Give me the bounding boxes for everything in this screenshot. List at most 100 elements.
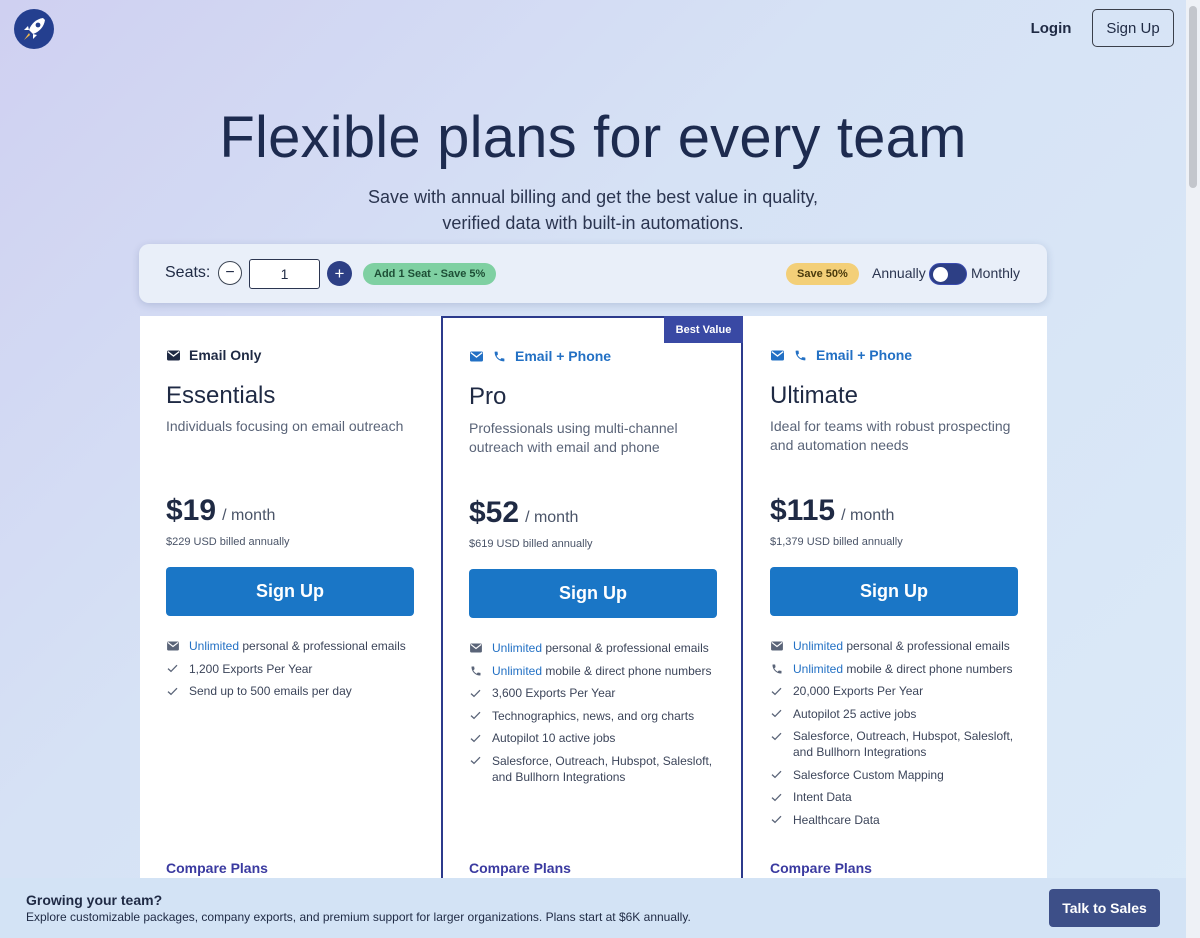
check-icon xyxy=(770,812,783,828)
plan-price: $52 / month xyxy=(469,496,578,530)
feature-highlight: Unlimited xyxy=(793,661,844,676)
feature-text: Salesforce, Outreach, Hubspot, Salesloft… xyxy=(492,753,719,785)
check-icon xyxy=(469,708,482,724)
plan-tag: Email + Phone xyxy=(770,347,912,363)
envelope-icon xyxy=(469,349,483,363)
plan-tag-label: Email + Phone xyxy=(515,348,612,364)
billing-annually-label[interactable]: Annually xyxy=(872,265,926,281)
phone-icon xyxy=(469,663,482,679)
feature-label: personal & professional emails xyxy=(542,641,709,655)
subtitle-line-1: Save with annual billing and get the bes… xyxy=(368,187,818,207)
feature-item: Unlimited personal & professional emails xyxy=(469,640,719,656)
page-subtitle: Save with annual billing and get the bes… xyxy=(0,184,1186,236)
billed-annually-note: $229 USD billed annually xyxy=(166,536,290,548)
seats-label: Seats: xyxy=(165,264,211,281)
envelope-icon xyxy=(166,638,179,654)
plan-controls-bar: Seats: − + Add 1 Seat - Save 5% Save 50%… xyxy=(139,244,1047,303)
plan-description: Professionals using multi-channel outrea… xyxy=(469,420,678,455)
subtitle-line-2: verified data with built-in automations. xyxy=(442,213,744,233)
ultimate-signup-button[interactable]: Sign Up xyxy=(770,567,1018,616)
feature-highlight: Unlimited xyxy=(492,641,543,655)
plan-price: $19 / month xyxy=(166,494,275,528)
price-amount: $19 xyxy=(166,494,217,527)
feature-label: 1,200 Exports Per Year xyxy=(189,661,313,676)
seats-input[interactable] xyxy=(249,259,320,289)
plan-tag-label: Email Only xyxy=(189,347,262,363)
feature-list: Unlimited personal & professional emails… xyxy=(166,638,426,706)
feature-item: Salesforce, Outreach, Hubspot, Salesloft… xyxy=(469,753,719,785)
compare-plans-link[interactable]: Compare Plans xyxy=(469,860,571,876)
check-icon xyxy=(469,730,482,746)
feature-item: Healthcare Data xyxy=(770,812,1020,828)
envelope-icon xyxy=(469,640,482,656)
nav-signup-button[interactable]: Sign Up xyxy=(1092,9,1174,47)
envelope-icon xyxy=(166,348,180,362)
feature-text: Send up to 500 emails per day xyxy=(189,683,352,699)
phone-icon xyxy=(770,661,783,677)
feature-text: Unlimited personal & professional emails xyxy=(793,638,1010,654)
price-period: / month xyxy=(841,507,895,524)
feature-text: 1,200 Exports Per Year xyxy=(189,661,312,677)
feature-text: 20,000 Exports Per Year xyxy=(793,683,923,699)
feature-label: Salesforce Custom Mapping xyxy=(793,767,944,782)
check-icon xyxy=(770,683,783,699)
feature-text: Autopilot 10 active jobs xyxy=(492,730,615,746)
plan-card-ultimate: Email + Phone Ultimate Ideal for teams w… xyxy=(744,316,1046,938)
plan-card-essentials: Email Only Essentials Individuals focusi… xyxy=(140,316,442,938)
plan-description: Individuals focusing on email outreach xyxy=(166,418,404,434)
seat-discount-badge: Add 1 Seat - Save 5% xyxy=(363,263,497,285)
scrollbar-thumb[interactable] xyxy=(1189,6,1197,188)
feature-text: Healthcare Data xyxy=(793,812,880,828)
feature-item: Unlimited personal & professional emails xyxy=(166,638,426,654)
best-value-badge: Best Value xyxy=(664,316,743,343)
billing-monthly-label[interactable]: Monthly xyxy=(971,265,1020,281)
check-icon xyxy=(469,685,482,701)
envelope-icon xyxy=(770,348,784,362)
feature-label: personal & professional emails xyxy=(239,639,406,653)
pricing-cards: Email Only Essentials Individuals focusi… xyxy=(140,316,1047,938)
page-scrollbar[interactable] xyxy=(1186,0,1200,938)
check-icon xyxy=(166,661,179,677)
seats-increment-button[interactable]: + xyxy=(327,261,352,286)
feature-item: Autopilot 25 active jobs xyxy=(770,706,1020,722)
compare-plans-link[interactable]: Compare Plans xyxy=(166,860,268,876)
price-period: / month xyxy=(525,509,579,526)
feature-highlight: Unlimited xyxy=(492,663,543,678)
annual-save-badge: Save 50% xyxy=(786,263,859,285)
feature-item: Unlimited mobile & direct phone numbers xyxy=(469,663,719,679)
feature-list: Unlimited personal & professional emails… xyxy=(770,638,1020,834)
feature-label: Autopilot 25 active jobs xyxy=(793,706,917,721)
feature-item: Unlimited mobile & direct phone numbers xyxy=(770,661,1020,677)
check-icon xyxy=(770,728,783,744)
plan-card-pro: Best Value Email + Phone Pro Professiona… xyxy=(441,316,743,886)
login-link[interactable]: Login xyxy=(1020,10,1082,46)
feature-label: Technographics, news, and org charts xyxy=(492,708,695,723)
envelope-icon xyxy=(770,638,783,654)
plan-name: Ultimate xyxy=(770,382,859,409)
pro-signup-button[interactable]: Sign Up xyxy=(469,569,717,618)
plan-tag-label: Email + Phone xyxy=(816,347,913,363)
feature-item: 3,600 Exports Per Year xyxy=(469,685,719,701)
feature-item: Salesforce Custom Mapping xyxy=(770,767,1020,783)
talk-to-sales-button[interactable]: Talk to Sales xyxy=(1049,889,1160,927)
check-icon xyxy=(770,706,783,722)
feature-text: Salesforce, Outreach, Hubspot, Salesloft… xyxy=(793,728,1020,760)
seats-decrement-button[interactable]: − xyxy=(218,261,242,285)
plan-tag: Email Only xyxy=(166,347,261,363)
feature-label: Healthcare Data xyxy=(793,812,880,827)
rocket-logo-icon[interactable] xyxy=(14,9,54,49)
banner-title: Growing your team? xyxy=(26,892,163,908)
enterprise-banner: Growing your team? Explore customizable … xyxy=(0,878,1186,938)
feature-item: Send up to 500 emails per day xyxy=(166,683,426,699)
feature-label: Salesforce, Outreach, Hubspot, Salesloft… xyxy=(793,729,1014,759)
page-title: Flexible plans for every team xyxy=(219,105,967,170)
feature-label: personal & professional emails xyxy=(843,639,1010,653)
compare-plans-link[interactable]: Compare Plans xyxy=(770,860,872,876)
check-icon xyxy=(469,753,482,769)
feature-label: Autopilot 10 active jobs xyxy=(492,731,616,745)
phone-icon xyxy=(793,348,807,362)
feature-item: Intent Data xyxy=(770,789,1020,805)
essentials-signup-button[interactable]: Sign Up xyxy=(166,567,414,616)
banner-text: Explore customizable packages, company e… xyxy=(26,910,691,924)
billing-period-toggle[interactable] xyxy=(929,263,967,285)
